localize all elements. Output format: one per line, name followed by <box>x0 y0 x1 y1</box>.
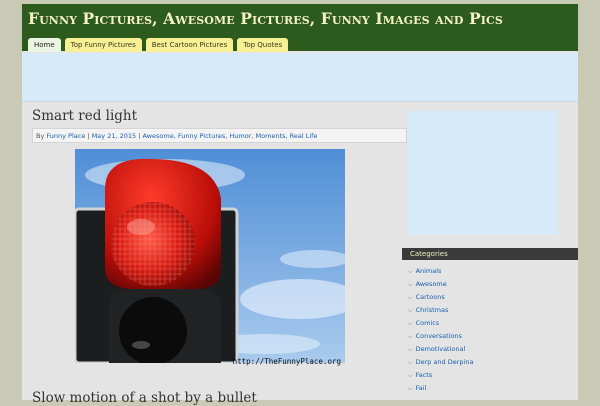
category-link-fail[interactable]: ⌵ Fail <box>408 382 578 395</box>
category-link-christmas[interactable]: ⌵ Christmas <box>408 304 578 317</box>
sidebar-ad <box>408 111 558 235</box>
post-image[interactable]: http://TheFunnyPlace.org <box>75 149 345 367</box>
category-label: Cartoons <box>415 293 445 301</box>
categories-heading: Categories <box>402 248 578 260</box>
chevron-down-icon: ⌵ <box>408 320 413 327</box>
category-label: Comics <box>415 319 440 327</box>
category-label: Facts <box>415 371 433 379</box>
category-label: Demotivational <box>415 345 466 353</box>
nav-tab-top-funny-pictures[interactable]: Top Funny Pictures <box>64 38 142 52</box>
category-link-demotivational[interactable]: ⌵ Demotivational <box>408 343 578 356</box>
category-link-conversations[interactable]: ⌵ Conversations <box>408 330 578 343</box>
chevron-down-icon: ⌵ <box>408 359 413 366</box>
meta-separator: | <box>87 132 90 140</box>
post-title[interactable]: Smart red light <box>32 108 137 124</box>
nav-tab-best-cartoon-pictures[interactable]: Best Cartoon Pictures <box>145 38 234 52</box>
category-label: Conversations <box>415 332 462 340</box>
chevron-down-icon: ⌵ <box>408 372 413 379</box>
categories-list: ⌵ Animals ⌵ Awesome ⌵ Cartoons ⌵ Christmas ⌵… <box>408 265 578 395</box>
meta-category-link[interactable]: Moments <box>256 132 286 140</box>
meta-date-link[interactable]: May 21, 2015 <box>92 132 136 140</box>
category-link-comics[interactable]: ⌵ Comics <box>408 317 578 330</box>
meta-separator: | <box>138 132 141 140</box>
meta-category-link[interactable]: Awesome <box>143 132 174 140</box>
category-link-facts[interactable]: ⌵ Facts <box>408 369 578 382</box>
nav-tab-home[interactable]: Home <box>28 38 61 52</box>
chevron-down-icon: ⌵ <box>408 307 413 314</box>
nav-tab-top-quotes[interactable]: Top Quotes <box>237 38 289 52</box>
site-header: Funny Pictures, Awesome Pictures, Funny … <box>22 4 578 52</box>
category-link-animals[interactable]: ⌵ Animals <box>408 265 578 278</box>
category-label: Fail <box>415 384 427 392</box>
category-link-awesome[interactable]: ⌵ Awesome <box>408 278 578 291</box>
meta-author-link[interactable]: Funny Place <box>46 132 85 140</box>
chevron-down-icon: ⌵ <box>408 281 413 288</box>
chevron-down-icon: ⌵ <box>408 385 413 392</box>
site-title[interactable]: Funny Pictures, Awesome Pictures, Funny … <box>28 9 503 28</box>
meta-category-link[interactable]: Humor <box>229 132 251 140</box>
meta-category-link[interactable]: Real Life <box>290 132 318 140</box>
category-link-derp-and-derpina[interactable]: ⌵ Derp and Derpina <box>408 356 578 369</box>
meta-by: By <box>36 132 45 140</box>
meta-category-link[interactable]: Funny Pictures <box>178 132 225 140</box>
chevron-down-icon: ⌵ <box>408 346 413 353</box>
chevron-down-icon: ⌵ <box>408 294 413 301</box>
post-meta: By Funny Place | May 21, 2015 | Awesome,… <box>32 128 407 143</box>
category-label: Animals <box>415 267 442 275</box>
category-link-cartoons[interactable]: ⌵ Cartoons <box>408 291 578 304</box>
image-watermark: http://TheFunnyPlace.org <box>232 357 341 366</box>
traffic-light-photo <box>75 149 345 363</box>
category-label: Christmas <box>415 306 449 314</box>
category-label: Derp and Derpina <box>415 358 474 366</box>
next-post-title[interactable]: Slow motion of a shot by a bullet <box>32 390 257 406</box>
ad-banner <box>22 53 578 102</box>
chevron-down-icon: ⌵ <box>408 333 413 340</box>
category-label: Awesome <box>415 280 447 288</box>
chevron-down-icon: ⌵ <box>408 268 413 275</box>
main-nav: Home Top Funny Pictures Best Cartoon Pic… <box>28 38 289 52</box>
